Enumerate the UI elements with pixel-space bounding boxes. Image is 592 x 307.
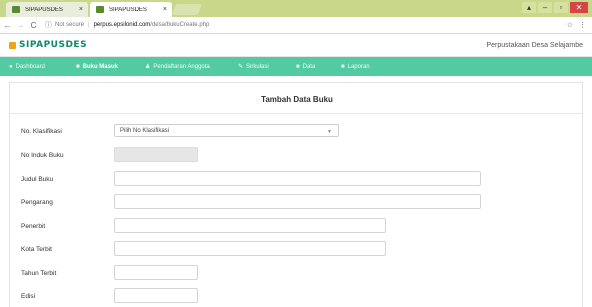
data-icon: ■ xyxy=(296,63,300,70)
info-icon[interactable]: ⓘ xyxy=(45,20,52,30)
book-icon: ■ xyxy=(76,63,80,70)
edisi-field[interactable] xyxy=(114,288,198,303)
pencil-icon: ✎ xyxy=(238,64,244,70)
label-tahun-terbit: Tahun Terbit xyxy=(21,270,57,277)
browser-tab-title: SIPAPUSDES xyxy=(109,6,147,13)
select-value: Pilih No Klasifikasi xyxy=(120,127,170,134)
chevron-down-icon: ▼ xyxy=(327,129,332,135)
nav-label: Dashboard xyxy=(15,63,45,70)
label-no-klasifikasi: No. Klasifikasi xyxy=(21,128,62,135)
new-tab-button[interactable] xyxy=(171,4,203,15)
site-favicon-icon xyxy=(96,6,104,13)
form-panel: Tambah Data Buku No. Klasifikasi Pilih N… xyxy=(9,82,583,307)
label-penerbit: Penerbit xyxy=(21,223,46,230)
form-divider xyxy=(10,113,582,114)
form-title: Tambah Data Buku xyxy=(261,95,333,104)
reload-icon[interactable]: C xyxy=(28,21,39,30)
url-domain: perpus.epsilonid.com xyxy=(93,22,151,28)
user-profile-icon[interactable]: ▴ xyxy=(522,2,536,13)
kota-terbit-field[interactable] xyxy=(114,241,386,256)
report-icon: ■ xyxy=(341,63,345,70)
label-no-induk-buku: No Induk Buku xyxy=(21,152,64,159)
site-logo[interactable]: SIPAPUSDES xyxy=(9,40,87,50)
url-field[interactable]: ⓘ Not secure | perpus.epsilonid.com /des… xyxy=(45,20,209,30)
url-path: /desa/bukuCreate.php xyxy=(150,22,210,28)
site-header: SIPAPUSDES Perpustakaan Desa Selajambe xyxy=(0,34,592,57)
nav-item-dashboard[interactable]: ● Dashboard xyxy=(9,57,45,76)
nav-label: Pendaftaran Anggota xyxy=(153,63,210,70)
address-bar: ← → C ⓘ Not secure | perpus.epsilonid.co… xyxy=(0,17,592,34)
no-klasifikasi-select[interactable]: Pilih No Klasifikasi ▼ xyxy=(114,124,339,137)
forward-arrow-icon[interactable]: → xyxy=(15,21,26,30)
minimize-icon[interactable]: – xyxy=(538,2,552,13)
label-kota-terbit: Kota Terbit xyxy=(21,246,52,253)
site-favicon-icon xyxy=(12,6,20,13)
menu-kebab-icon[interactable]: ⋮ xyxy=(579,21,586,29)
close-tab-icon[interactable]: × xyxy=(163,6,167,13)
browser-tab-active[interactable]: SIPAPUSDES × xyxy=(90,2,172,17)
user-icon: ♟ xyxy=(145,64,151,70)
nav-label: Buku Masuk xyxy=(82,63,118,70)
tahun-terbit-field[interactable] xyxy=(114,265,198,280)
nav-item-data[interactable]: ■ Data xyxy=(296,57,315,76)
nav-item-laporan[interactable]: ■ Laporan xyxy=(341,57,370,76)
close-tab-icon[interactable]: × xyxy=(79,6,83,13)
url-separator: | xyxy=(88,22,90,28)
label-edisi: Edisi xyxy=(21,293,36,300)
label-judul-buku: Judul Buku xyxy=(21,176,54,183)
browser-tab-title: SIPAPUSDES xyxy=(25,6,63,13)
main-nav: ● Dashboard ■ Buku Masuk ♟ Pendaftaran A… xyxy=(0,57,592,76)
nav-item-buku-masuk[interactable]: ■ Buku Masuk xyxy=(76,57,118,76)
logo-text: SIPAPUSDES xyxy=(19,40,88,50)
maximize-icon[interactable]: ▫ xyxy=(554,2,568,13)
window-controls: ▴ – ▫ ✕ xyxy=(522,2,588,13)
security-label: Not secure xyxy=(55,22,85,28)
nav-label: Data xyxy=(302,63,316,70)
close-window-icon[interactable]: ✕ xyxy=(570,2,588,13)
browser-tab[interactable]: SIPAPUSDES × xyxy=(6,2,88,17)
site-name: Perpustakaan Desa Selajambe xyxy=(486,41,583,49)
logo-mark-icon xyxy=(9,41,16,49)
nav-item-pendaftaran-anggota[interactable]: ♟ Pendaftaran Anggota xyxy=(145,57,210,76)
no-induk-buku-field xyxy=(114,147,198,162)
dashboard-icon: ● xyxy=(9,63,13,70)
judul-buku-field[interactable] xyxy=(114,171,481,186)
label-pengarang: Pengarang xyxy=(21,199,53,206)
nav-label: Sirkulasi xyxy=(246,63,269,70)
bookmark-star-icon[interactable]: ☆ xyxy=(567,21,573,29)
browser-tab-strip: SIPAPUSDES × SIPAPUSDES × ▴ – ▫ ✕ xyxy=(0,0,592,17)
nav-item-sirkulasi[interactable]: ✎ Sirkulasi xyxy=(238,57,269,76)
back-arrow-icon[interactable]: ← xyxy=(2,21,13,30)
penerbit-field[interactable] xyxy=(114,218,386,233)
address-bar-actions: ☆ ⋮ xyxy=(567,21,586,29)
nav-label: Laporan xyxy=(347,63,370,70)
pengarang-field[interactable] xyxy=(114,194,481,209)
